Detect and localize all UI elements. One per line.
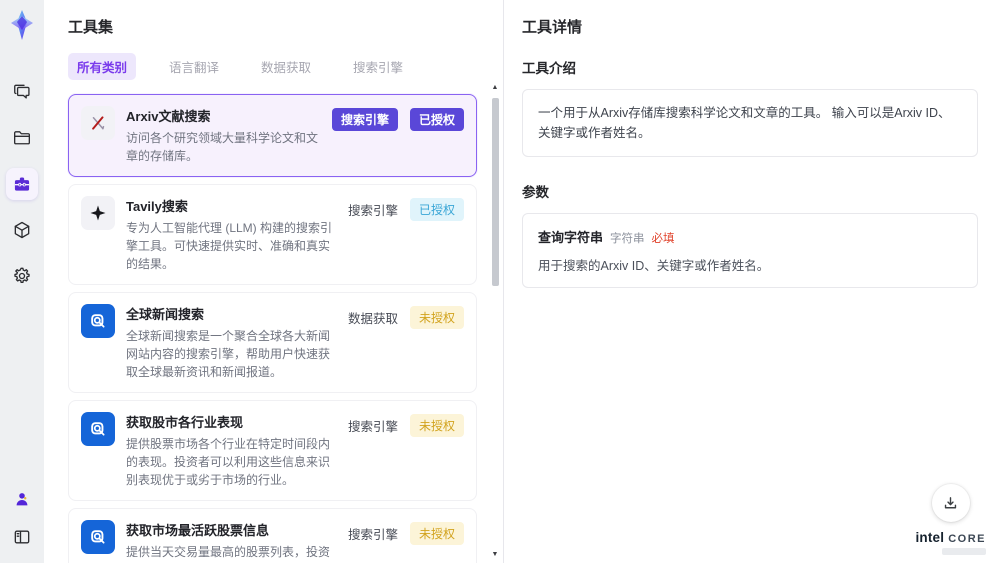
tool-icon (81, 106, 115, 140)
tool-meta: 搜索引擎 未授权 (348, 520, 464, 545)
arxiv-logo-icon (89, 114, 107, 132)
tool-category-badge: 搜索引擎 (347, 204, 398, 218)
tool-card[interactable]: 获取市场最活跃股票信息 提供当天交易量最高的股票列表，投资者可以利用这些信息来识… (68, 508, 477, 563)
tool-name: 获取股市各行业表现 (126, 415, 244, 430)
tool-icon (81, 412, 115, 446)
tool-status-badge: 已授权 (409, 108, 464, 131)
folder-icon (12, 128, 32, 148)
parameter-description: 用于搜索的Arxiv ID、关键字或作者姓名。 (538, 259, 770, 273)
category-tab[interactable]: 所有类别 (68, 53, 137, 80)
intel-core-logo: intel CORE (915, 530, 986, 545)
intro-heading: 工具介绍 (522, 61, 576, 76)
parameter-type: 字符串 (610, 233, 645, 245)
rail-nav (6, 76, 38, 292)
rail-button-user-icon[interactable] (6, 483, 38, 515)
rail-button-cube-icon[interactable] (6, 214, 38, 246)
tool-list-panel: 工具集 所有类别 语言翻译 数据获取 搜索引擎 Arxiv文献搜索 访问各个研究领域大… (44, 0, 504, 563)
list-scrollbar[interactable]: ▲ ▼ (490, 84, 500, 559)
app-logo (7, 8, 37, 42)
rail-bottom-nav (6, 483, 38, 553)
market-search-icon (89, 528, 108, 547)
toolbox-icon (12, 174, 32, 194)
tool-meta: 数据获取 未授权 (348, 304, 464, 329)
settings-gear-icon (12, 266, 32, 286)
user-icon (13, 490, 31, 508)
scrollbar-up-arrow[interactable]: ▲ (492, 84, 499, 92)
tool-name: Tavily搜索 (126, 199, 188, 214)
category-tab[interactable]: 语言翻译 (160, 53, 228, 80)
tool-category-badge: 搜索引擎 (347, 420, 398, 434)
tool-text-block: 全球新闻搜索 全球新闻搜索是一个聚合全球各大新闻网站内容的搜索引擎，帮助用户快速… (126, 304, 337, 381)
tool-card[interactable]: Arxiv文献搜索 访问各个研究领域大量科学论文和文章的存储库。 搜索引擎 已授… (68, 94, 477, 177)
intro-text-box: 一个用于从Arxiv存储库搜索科学论文和文章的工具。 输入可以是Arxiv ID… (522, 89, 978, 157)
tool-card[interactable]: Tavily搜索 专为人工智能代理 (LLM) 构建的搜索引擎工具。可快速提供实… (68, 184, 477, 285)
category-tabs: 所有类别 语言翻译 数据获取 搜索引擎 (68, 53, 477, 80)
tool-meta: 搜索引擎 未授权 (348, 412, 464, 437)
tool-text-block: 获取股市各行业表现 提供股票市场各个行业在特定时间段内的表现。投资者可以利用这些… (126, 412, 337, 489)
tool-card[interactable]: 获取股市各行业表现 提供股票市场各个行业在特定时间段内的表现。投资者可以利用这些… (68, 400, 477, 501)
tool-icon (81, 520, 115, 554)
floating-corner: intel CORE (915, 484, 986, 555)
tool-card[interactable]: 全球新闻搜索 全球新闻搜索是一个聚合全球各大新闻网站内容的搜索引擎，帮助用户快速… (68, 292, 477, 393)
tool-status-badge: 未授权 (409, 522, 464, 545)
brand-core-text: CORE (948, 533, 986, 545)
tool-category-badge: 数据获取 (347, 312, 398, 326)
market-search-icon (89, 420, 108, 439)
tool-description: 提供当天交易量最高的股票列表，投资者可以利用这些信息来识别流动性强的股票和潜在的… (126, 545, 331, 559)
detail-title: 工具详情 (522, 19, 583, 36)
chat-icon (12, 82, 32, 102)
news-search-icon (89, 312, 108, 331)
scrollbar-thumb[interactable] (491, 98, 499, 286)
tool-description: 全球新闻搜索是一个聚合全球各大新闻网站内容的搜索引擎，帮助用户快速获取全球最新资… (126, 329, 331, 379)
tool-status-badge: 未授权 (409, 414, 464, 437)
tool-icon (81, 304, 115, 338)
tool-category-badge: 搜索引擎 (347, 528, 398, 542)
tool-status-badge: 未授权 (409, 306, 464, 329)
tool-name: 全球新闻搜索 (126, 307, 205, 322)
download-icon (942, 495, 959, 512)
category-tab[interactable]: 搜索引擎 (344, 53, 412, 80)
tool-description: 专为人工智能代理 (LLM) 构建的搜索引擎工具。可快速提供实时、准确和真实的结… (126, 221, 333, 271)
tool-meta: 搜索引擎 已授权 (331, 106, 464, 131)
tool-name: Arxiv文献搜索 (126, 109, 211, 124)
parameter-name: 查询字符串 (538, 230, 604, 245)
params-heading: 参数 (522, 185, 549, 200)
tool-description: 提供股票市场各个行业在特定时间段内的表现。投资者可以利用这些信息来识别表现优于或… (126, 437, 331, 487)
parameter-required-flag: 必填 (651, 233, 675, 245)
tool-name: 获取市场最活跃股票信息 (126, 523, 270, 538)
page-title: 工具集 (68, 19, 114, 36)
rail-button-toolbox-icon[interactable] (6, 168, 38, 200)
tool-list: Arxiv文献搜索 访问各个研究领域大量科学论文和文章的存储库。 搜索引擎 已授… (68, 94, 477, 563)
app-window: 工具集 所有类别 语言翻译 数据获取 搜索引擎 Arxiv文献搜索 访问各个研究领域大… (0, 0, 1000, 563)
tool-meta: 搜索引擎 已授权 (348, 196, 464, 221)
rail-button-settings-gear-icon[interactable] (6, 260, 38, 292)
tool-description: 访问各个研究领域大量科学论文和文章的存储库。 (126, 131, 319, 163)
left-rail (0, 0, 44, 563)
panel-toggle-icon (12, 527, 32, 547)
tool-icon (81, 196, 115, 230)
category-tab[interactable]: 数据获取 (252, 53, 320, 80)
tool-category-badge: 搜索引擎 (331, 108, 398, 131)
rail-button-chat-icon[interactable] (6, 76, 38, 108)
rail-button-panel-toggle-icon[interactable] (6, 521, 38, 553)
tool-status-badge: 已授权 (409, 198, 464, 221)
brand-intel-text: intel (915, 530, 945, 545)
tool-text-block: 获取市场最活跃股票信息 提供当天交易量最高的股票列表，投资者可以利用这些信息来识… (126, 520, 337, 563)
tool-text-block: Arxiv文献搜索 访问各个研究领域大量科学论文和文章的存储库。 (126, 106, 321, 165)
download-button[interactable] (931, 484, 970, 522)
brand-subtext-blur (942, 548, 986, 555)
parameter-box: 查询字符串 字符串 必填 用于搜索的Arxiv ID、关键字或作者姓名。 (522, 213, 978, 288)
scrollbar-track[interactable] (491, 92, 499, 551)
cube-icon (12, 220, 32, 240)
four-point-star-icon (88, 203, 108, 223)
tool-detail-panel: 工具详情 工具介绍 一个用于从Arxiv存储库搜索科学论文和文章的工具。 输入可… (504, 0, 1000, 563)
scrollbar-down-arrow[interactable]: ▼ (492, 551, 499, 559)
rail-button-folder-icon[interactable] (6, 122, 38, 154)
tool-text-block: Tavily搜索 专为人工智能代理 (LLM) 构建的搜索引擎工具。可快速提供实… (126, 196, 337, 273)
